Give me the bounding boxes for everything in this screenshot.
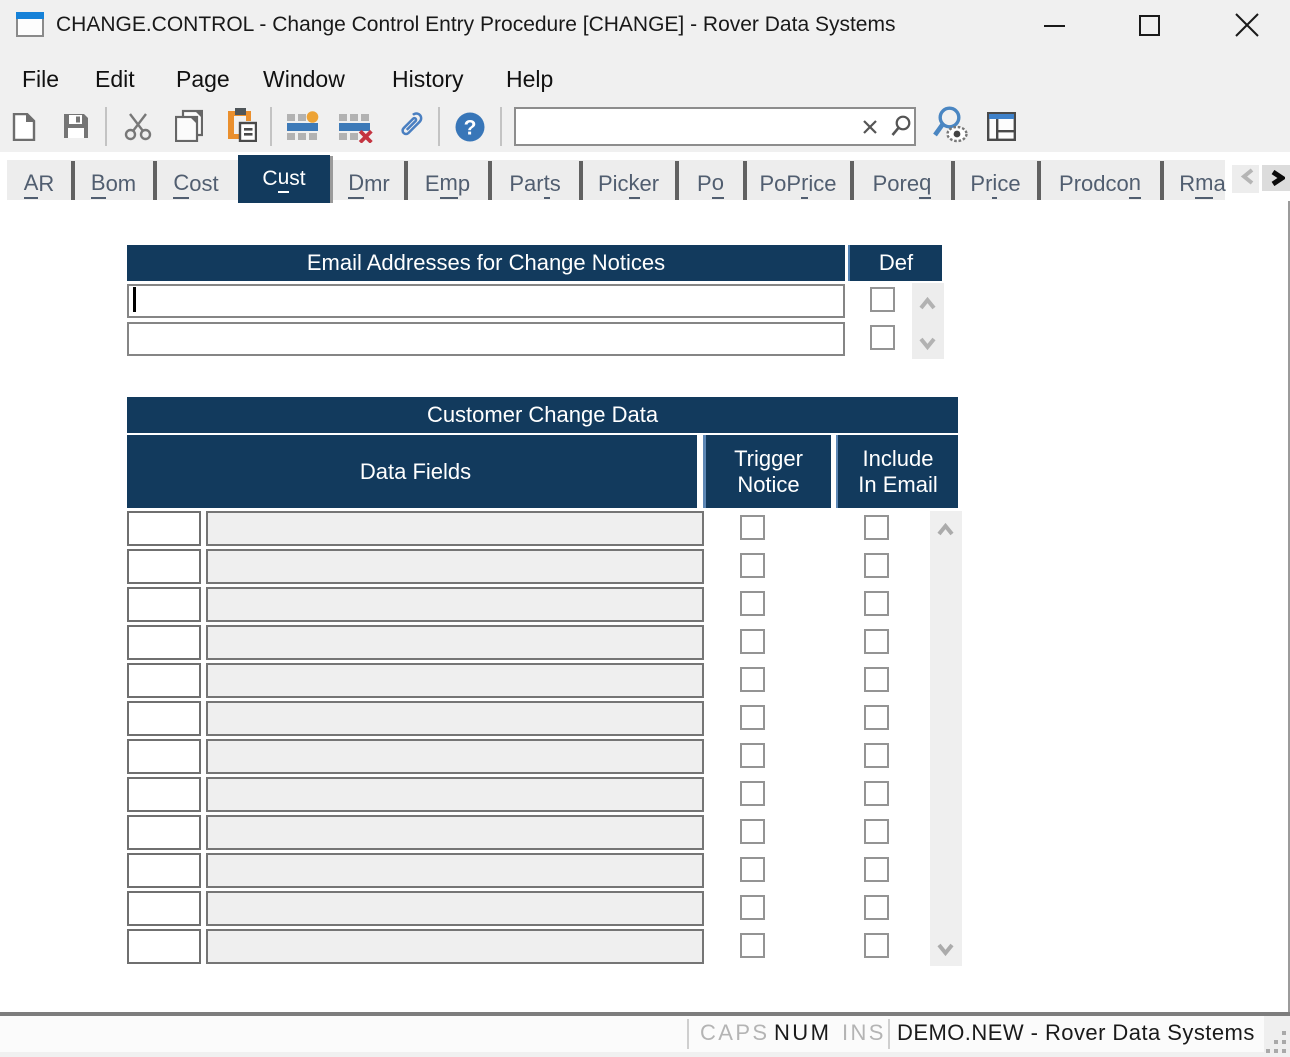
svg-text:?: ? xyxy=(464,117,477,140)
